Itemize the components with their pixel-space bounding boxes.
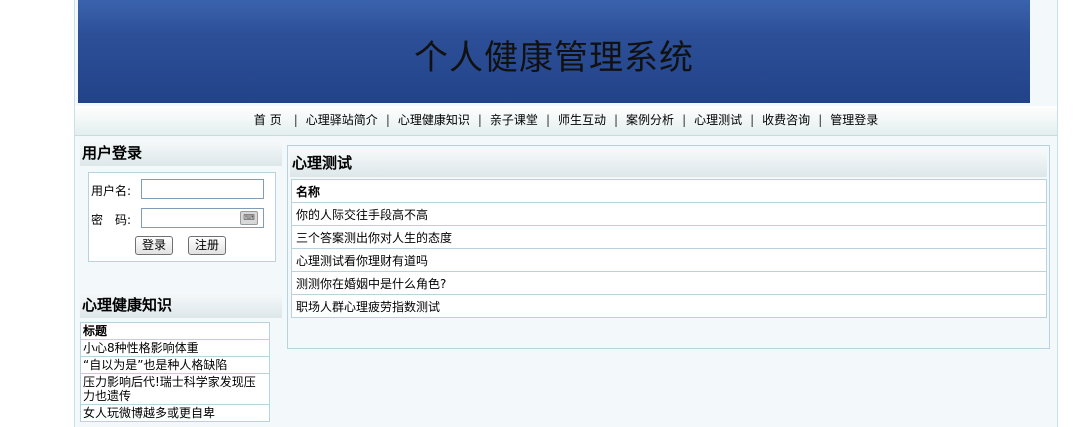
test-link[interactable]: 职场人群心理疲劳指数测试 bbox=[291, 294, 1047, 318]
nav-tests[interactable]: 心理测试 bbox=[694, 113, 742, 127]
left-column: 用户登录 用户名: 密 码: ⌨ 登录 注册 心理健康知识 标题 小心8种性格影… bbox=[80, 140, 282, 422]
nav-separator: | bbox=[477, 113, 482, 127]
keyboard-icon[interactable]: ⌨ bbox=[240, 211, 258, 225]
nav-admin-login[interactable]: 管理登录 bbox=[830, 113, 878, 127]
knowledge-link[interactable]: 女人玩微博越多或更自卑 bbox=[80, 404, 270, 422]
nav-separator: | bbox=[545, 113, 550, 127]
nav-separator: | bbox=[818, 113, 823, 127]
table-row[interactable]: 职场人群心理疲劳指数测试 bbox=[291, 294, 1047, 318]
site-title: 个人健康管理系统 bbox=[414, 38, 694, 78]
nav-separator: | bbox=[682, 113, 687, 127]
knowledge-link[interactable]: 小心8种性格影响体重 bbox=[80, 339, 270, 357]
tests-panel: 心理测试 名称 你的人际交往手段高不高 三个答案测出你对人生的态度 心理测试看你… bbox=[287, 145, 1050, 349]
register-button[interactable]: 注册 bbox=[188, 236, 227, 255]
tests-column-header: 名称 bbox=[291, 179, 1047, 203]
table-row[interactable]: 压力影响后代!瑞士科学家发现压力也遗传 bbox=[80, 373, 270, 405]
nav-intro[interactable]: 心理驿站简介 bbox=[306, 113, 378, 127]
table-row[interactable]: 小心8种性格影响体重 bbox=[80, 339, 270, 357]
password-label: 密 码: bbox=[91, 213, 132, 227]
nav-home[interactable]: 首页 bbox=[254, 113, 286, 127]
nav-interaction[interactable]: 师生互动 bbox=[558, 113, 606, 127]
nav-consult[interactable]: 收费咨询 bbox=[762, 113, 810, 127]
username-label: 用户名: bbox=[91, 184, 132, 198]
knowledge-title: 心理健康知识 bbox=[80, 292, 282, 318]
nav-knowledge[interactable]: 心理健康知识 bbox=[398, 113, 470, 127]
knowledge-link[interactable]: “自以为是”也是种人格缺陷 bbox=[80, 356, 270, 374]
username-row: 用户名: bbox=[89, 179, 275, 199]
password-row: 密 码: ⌨ bbox=[89, 208, 275, 228]
table-row[interactable]: 你的人际交往手段高不高 bbox=[291, 202, 1047, 226]
knowledge-table: 标题 小心8种性格影响体重 “自以为是”也是种人格缺陷 压力影响后代!瑞士科学家… bbox=[80, 322, 270, 422]
main-nav: 首页 | 心理驿站简介 | 心理健康知识 | 亲子课堂 | 师生互动 | 案例分析 | 心理测试 | 收费咨… bbox=[75, 106, 1057, 136]
test-link[interactable]: 你的人际交往手段高不高 bbox=[291, 202, 1047, 226]
table-row[interactable]: 三个答案测出你对人生的态度 bbox=[291, 225, 1047, 249]
table-row[interactable]: 测测你在婚姻中是什么角色? bbox=[291, 271, 1047, 295]
nav-separator: | bbox=[614, 113, 619, 127]
nav-separator: | bbox=[750, 113, 755, 127]
table-row[interactable]: 心理测试看你理财有道吗 bbox=[291, 248, 1047, 272]
nav-separator: | bbox=[385, 113, 390, 127]
table-row[interactable]: 女人玩微博越多或更自卑 bbox=[80, 404, 270, 422]
tests-table: 名称 你的人际交往手段高不高 三个答案测出你对人生的态度 心理测试看你理财有道吗… bbox=[291, 179, 1047, 318]
login-title: 用户登录 bbox=[80, 140, 282, 166]
test-link[interactable]: 测测你在婚姻中是什么角色? bbox=[291, 271, 1047, 295]
table-header-row: 名称 bbox=[291, 179, 1047, 203]
test-link[interactable]: 心理测试看你理财有道吗 bbox=[291, 248, 1047, 272]
test-link[interactable]: 三个答案测出你对人生的态度 bbox=[291, 225, 1047, 249]
nav-parenting[interactable]: 亲子课堂 bbox=[490, 113, 538, 127]
table-header-row: 标题 bbox=[80, 322, 270, 340]
tests-title: 心理测试 bbox=[290, 150, 1047, 177]
username-input[interactable] bbox=[141, 179, 264, 199]
knowledge-column-header: 标题 bbox=[80, 322, 270, 340]
page-container: 个人健康管理系统 首页 | 心理驿站简介 | 心理健康知识 | 亲子课堂 | 师生互动 | 案例分析… bbox=[74, 0, 1058, 427]
header-banner: 个人健康管理系统 bbox=[78, 0, 1030, 103]
nav-separator: | bbox=[293, 113, 298, 127]
knowledge-link[interactable]: 压力影响后代!瑞士科学家发现压力也遗传 bbox=[80, 373, 270, 405]
login-form: 用户名: 密 码: ⌨ 登录 注册 bbox=[88, 172, 276, 262]
login-button[interactable]: 登录 bbox=[135, 236, 174, 255]
table-row[interactable]: “自以为是”也是种人格缺陷 bbox=[80, 356, 270, 374]
nav-cases[interactable]: 案例分析 bbox=[626, 113, 674, 127]
